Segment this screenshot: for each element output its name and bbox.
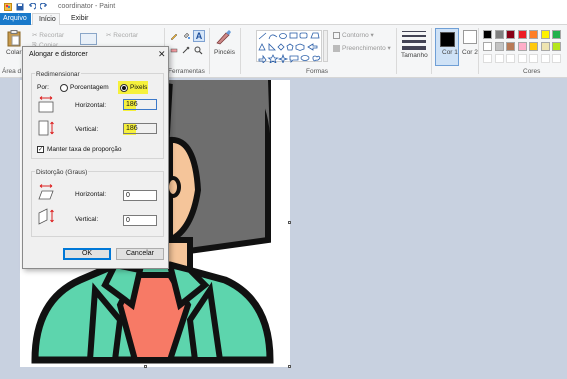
- canvas-resize-handle-bottom[interactable]: [144, 365, 147, 368]
- image-group-label: Área d: [2, 68, 22, 75]
- vertical-resize-icon: [38, 120, 54, 136]
- keep-ratio-checkbox[interactable]: ✓: [37, 146, 44, 153]
- skew-vertical-icon: [38, 208, 54, 225]
- pixels-label: Pixels: [130, 84, 148, 91]
- color-picker-icon[interactable]: [182, 46, 190, 54]
- crop-button[interactable]: ✂ Recortar: [106, 31, 138, 39]
- brushes-button[interactable]: Pincéis: [214, 49, 235, 56]
- horizontal-label: Horizontal:: [75, 102, 107, 109]
- palette-color-swatch[interactable]: [494, 42, 504, 51]
- shapes-gallery-icons: [258, 32, 321, 65]
- palette-empty-slot[interactable]: [540, 54, 550, 63]
- palette-empty-slot[interactable]: [517, 54, 527, 63]
- palette-color-swatch[interactable]: [506, 30, 515, 39]
- eraser-icon[interactable]: [170, 46, 178, 54]
- canvas-resize-handle-corner[interactable]: [288, 365, 291, 368]
- palette-color-swatch[interactable]: [540, 30, 550, 39]
- paint-app-icon: [4, 2, 12, 11]
- color1-selector[interactable]: Cor 1: [435, 28, 459, 66]
- shapes-scroll[interactable]: [323, 30, 328, 62]
- palette-color-swatch[interactable]: [552, 42, 561, 51]
- outline-label: Contorno: [342, 32, 369, 39]
- cut-label: Recortar: [39, 32, 65, 39]
- vertical-input[interactable]: 186: [123, 123, 157, 134]
- fill-button[interactable]: Preenchimento ▾: [333, 44, 391, 52]
- outline-button[interactable]: Contorno ▾: [333, 31, 374, 39]
- magnifier-icon[interactable]: [194, 46, 203, 55]
- skew-horizontal-label: Horizontal:: [75, 191, 107, 198]
- close-icon[interactable]: ✕: [158, 49, 166, 60]
- tab-home[interactable]: Início: [32, 13, 60, 25]
- colors-group-label: Cores: [523, 68, 541, 75]
- skew-horizontal-icon: [38, 184, 54, 200]
- dialog-title: Alongar e distorcer: [29, 51, 88, 58]
- palette-color-swatch[interactable]: [517, 30, 527, 39]
- canvas-resize-handle-right[interactable]: [288, 221, 291, 224]
- palette-empty-slot[interactable]: [483, 54, 492, 63]
- color1-label: Cor 1: [442, 49, 458, 56]
- by-label: Por:: [37, 84, 49, 91]
- skew-section-label: Distorção (Graus): [35, 169, 89, 176]
- palette-color-swatch[interactable]: [494, 30, 504, 39]
- crop-label: Recortar: [113, 32, 139, 39]
- paste-icon[interactable]: [7, 30, 21, 47]
- paste-button[interactable]: Colar: [6, 49, 22, 56]
- color2-swatch[interactable]: [463, 30, 477, 44]
- palette-color-swatch[interactable]: [517, 42, 527, 51]
- cancel-button[interactable]: Cancelar: [116, 248, 164, 260]
- horizontal-resize-icon: [38, 96, 54, 113]
- skew-vertical-label: Vertical:: [75, 216, 99, 223]
- size-button[interactable]: Tamanho: [401, 52, 428, 59]
- window-title: coordinator - Paint: [58, 3, 116, 10]
- resize-section-label: Redimensionar: [35, 71, 81, 78]
- save-icon[interactable]: [16, 3, 24, 11]
- vertical-label: Vertical:: [75, 126, 99, 133]
- palette-empty-slot[interactable]: [506, 54, 515, 63]
- percentage-label: Porcentagem: [70, 84, 109, 91]
- palette-color-swatch[interactable]: [529, 30, 538, 39]
- pixels-radio[interactable]: [120, 84, 128, 92]
- palette-color-swatch[interactable]: [529, 42, 538, 51]
- palette-color-swatch[interactable]: [506, 42, 515, 51]
- pixels-radio-dot: [122, 86, 126, 90]
- palette-color-swatch[interactable]: [483, 42, 492, 51]
- fill-bucket-icon[interactable]: [182, 32, 190, 40]
- title-bar: coordinator - Paint: [0, 0, 567, 13]
- size-icon[interactable]: [402, 31, 426, 50]
- ok-button[interactable]: OK: [63, 248, 111, 260]
- select-icon[interactable]: [80, 33, 97, 45]
- resize-skew-dialog: Alongar e distorcer ✕ Redimensionar Por:…: [22, 46, 169, 269]
- fill-label: Preenchimento: [342, 45, 386, 52]
- palette-empty-slot[interactable]: [529, 54, 538, 63]
- tools-group-label: Ferramentas: [168, 68, 205, 75]
- palette-color-swatch[interactable]: [540, 42, 550, 51]
- palette-color-swatch[interactable]: [552, 30, 561, 39]
- text-tool-icon[interactable]: A: [193, 30, 205, 42]
- percentage-radio[interactable]: [60, 84, 68, 92]
- redo-icon[interactable]: [40, 2, 48, 11]
- cut-button[interactable]: ✂ Recortar: [32, 31, 64, 39]
- skew-vertical-input[interactable]: 0: [123, 215, 157, 226]
- skew-group: [31, 171, 164, 237]
- color1-swatch: [440, 32, 455, 47]
- brush-icon[interactable]: [214, 29, 232, 45]
- pencil-icon[interactable]: [170, 32, 178, 40]
- color2-label: Cor 2: [462, 49, 478, 56]
- keep-ratio-label: Manter taxa de proporção: [47, 146, 122, 153]
- tab-file[interactable]: Arquivo: [0, 13, 31, 25]
- shapes-gallery[interactable]: [256, 30, 322, 65]
- palette-color-swatch[interactable]: [483, 30, 492, 39]
- shapes-group-label: Formas: [306, 68, 329, 75]
- ribbon-tabs: Arquivo Início Exibir: [0, 13, 567, 25]
- horizontal-input[interactable]: 186: [123, 99, 157, 110]
- skew-horizontal-input[interactable]: 0: [123, 190, 157, 201]
- palette-empty-slot[interactable]: [552, 54, 561, 63]
- undo-icon[interactable]: [28, 2, 36, 11]
- palette-empty-slot[interactable]: [494, 54, 504, 63]
- tab-view[interactable]: Exibir: [65, 13, 95, 25]
